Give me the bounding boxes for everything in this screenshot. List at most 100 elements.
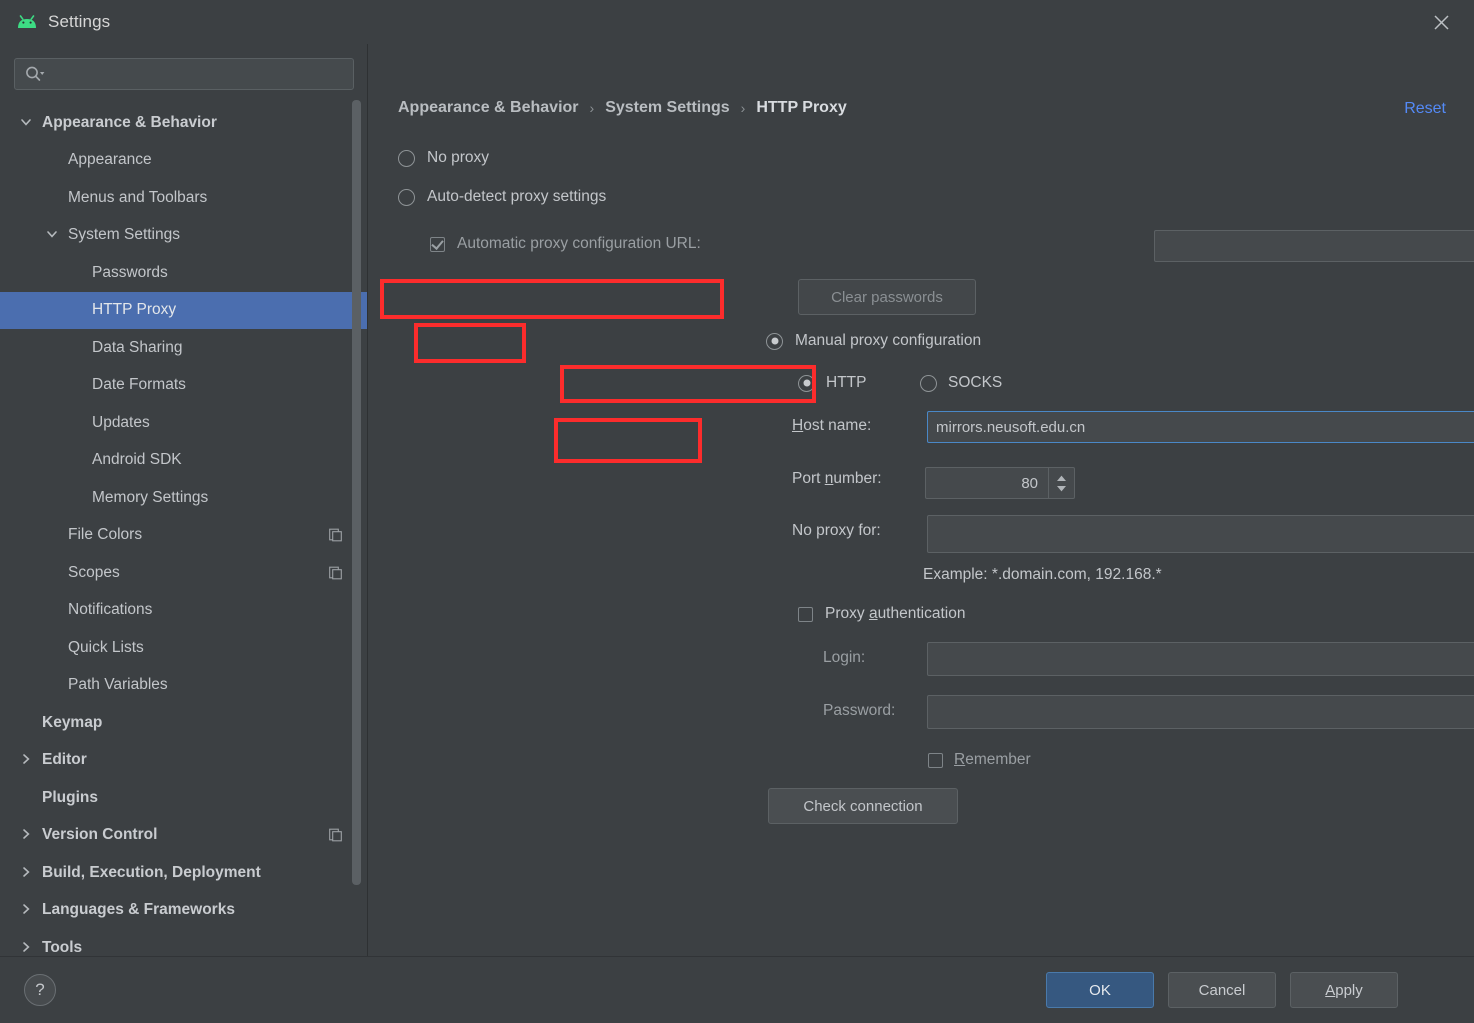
sidebar-item-label: HTTP Proxy — [92, 301, 177, 319]
chevron-placeholder — [70, 452, 86, 468]
sidebar-item-languages-frameworks[interactable]: Languages & Frameworks — [0, 892, 367, 930]
sidebar-item-menus-and-toolbars[interactable]: Menus and Toolbars — [0, 179, 367, 217]
proxy-authentication-checkbox[interactable] — [798, 606, 813, 622]
auto-detect-proxy-radio[interactable] — [398, 188, 415, 206]
auto-config-url-checkbox[interactable] — [430, 236, 445, 252]
sidebar-item-label: Memory Settings — [92, 488, 209, 506]
settings-tree[interactable]: Appearance & Behavior Appearance Menus and… — [0, 104, 367, 956]
auto-detect-radio-row[interactable]: Auto-detect proxy settings — [398, 188, 606, 206]
manual-proxy-radio[interactable] — [766, 332, 783, 350]
footer-buttons: OK Cancel Apply — [1046, 972, 1398, 1008]
login-label: Login: — [823, 649, 866, 666]
sidebar-item-appearance[interactable]: Appearance — [0, 142, 367, 180]
chevron-down-icon — [1057, 485, 1066, 491]
sidebar-item-label: Data Sharing — [92, 338, 183, 356]
sidebar-item-system-settings[interactable]: System Settings — [0, 217, 367, 255]
apply-button[interactable]: Apply — [1290, 972, 1398, 1008]
sidebar-item-label: Android SDK — [92, 451, 182, 469]
sidebar-scrollbar-track[interactable] — [352, 100, 361, 930]
remember-checkbox[interactable] — [928, 752, 943, 768]
sidebar-item-keymap[interactable]: Keymap — [0, 704, 367, 742]
http-protocol-radio[interactable] — [798, 374, 815, 392]
sidebar-item-notifications[interactable]: Notifications — [0, 592, 367, 630]
sidebar-item-appearance-behavior[interactable]: Appearance & Behavior — [0, 104, 367, 142]
sidebar-item-build-execution-deployment[interactable]: Build, Execution, Deployment — [0, 854, 367, 892]
manual-proxy-radio-row[interactable]: Manual proxy configuration — [766, 332, 981, 350]
cancel-button[interactable]: Cancel — [1168, 972, 1276, 1008]
settings-dialog: Settings Appearance & Behavior Appearanc… — [0, 0, 1474, 1023]
port-number-label: Port number: — [792, 470, 882, 487]
sidebar-item-label: System Settings — [68, 226, 180, 244]
sidebar-item-memory-settings[interactable]: Memory Settings — [0, 479, 367, 517]
chevron-right-icon — [23, 904, 30, 915]
sidebar-item-scopes[interactable]: Scopes — [0, 554, 367, 592]
no-proxy-label: No proxy — [427, 149, 490, 166]
chevron-down-icon[interactable] — [46, 227, 62, 243]
sidebar-item-path-variables[interactable]: Path Variables — [0, 667, 367, 705]
chevron-right-icon[interactable] — [20, 827, 36, 843]
ok-button[interactable]: OK — [1046, 972, 1154, 1008]
copy-icon[interactable] — [329, 566, 342, 580]
search-input[interactable] — [49, 65, 319, 83]
host-name-label-rest: ost name: — [803, 417, 872, 434]
sidebar-item-label: Editor — [42, 751, 87, 769]
proxy-authentication-label: Proxy authentication — [825, 605, 966, 622]
auto-config-url-row[interactable]: Automatic proxy configuration URL: — [430, 235, 701, 253]
sidebar-item-file-colors[interactable]: File Colors — [0, 517, 367, 555]
sidebar-item-http-proxy[interactable]: HTTP Proxy — [0, 291, 367, 329]
window-title: Settings — [48, 12, 111, 31]
copy-icon[interactable] — [329, 828, 342, 842]
sidebar-item-quick-lists[interactable]: Quick Lists — [0, 629, 367, 667]
settings-main-panel: Appearance & Behavior › System Settings › HT… — [368, 44, 1474, 956]
sidebar-item-android-sdk[interactable]: Android SDK — [0, 442, 367, 480]
login-input[interactable] — [927, 642, 1474, 676]
sidebar-item-label: Appearance & Behavior — [42, 113, 217, 131]
chevron-placeholder — [20, 790, 36, 806]
port-number-stepper[interactable]: 80 — [925, 467, 1075, 499]
check-connection-button[interactable]: Check connection — [768, 788, 958, 824]
clear-passwords-button[interactable]: Clear passwords — [798, 279, 976, 315]
sidebar-item-version-control[interactable]: Version Control — [0, 817, 367, 855]
password-label: Password: — [823, 702, 896, 719]
chevron-down-icon[interactable] — [20, 115, 36, 131]
sidebar-item-label: Menus and Toolbars — [68, 188, 208, 206]
socks-protocol-radio[interactable] — [920, 374, 937, 392]
search-field-wrap — [14, 58, 354, 90]
search-box[interactable] — [14, 58, 354, 90]
sidebar-item-passwords[interactable]: Passwords — [0, 254, 367, 292]
no-proxy-radio[interactable] — [398, 149, 415, 167]
dialog-footer: ? OK Cancel Apply — [0, 956, 1474, 1023]
copy-icon — [329, 828, 342, 842]
proxy-authentication-row[interactable]: Proxy authentication — [798, 605, 965, 623]
sidebar-item-updates[interactable]: Updates — [0, 404, 367, 442]
http-radio-row[interactable]: HTTP — [798, 374, 866, 392]
password-input[interactable] — [927, 695, 1474, 729]
login-label-row: Login: — [823, 649, 865, 667]
copy-icon[interactable] — [329, 528, 342, 542]
auto-config-url-input[interactable] — [1154, 230, 1474, 262]
chevron-placeholder — [70, 415, 86, 431]
remember-row[interactable]: Remember — [928, 751, 1031, 769]
sidebar-item-data-sharing[interactable]: Data Sharing — [0, 329, 367, 367]
chevron-right-icon[interactable] — [20, 752, 36, 768]
chevron-right-icon[interactable] — [20, 865, 36, 881]
chevron-right-icon[interactable] — [20, 902, 36, 918]
sidebar-item-editor[interactable]: Editor — [0, 742, 367, 780]
sidebar-item-label: Plugins — [42, 788, 98, 806]
socks-radio-row[interactable]: SOCKS — [920, 374, 1002, 392]
port-number-spinner-arrows[interactable] — [1048, 468, 1074, 498]
no-proxy-for-label: No proxy for: — [792, 522, 881, 539]
chevron-right-icon[interactable] — [20, 940, 36, 956]
no-proxy-radio-row[interactable]: No proxy — [398, 149, 489, 167]
sidebar-item-date-formats[interactable]: Date Formats — [0, 367, 367, 405]
sidebar-scrollbar-thumb[interactable] — [352, 100, 361, 885]
help-button[interactable]: ? — [24, 974, 56, 1006]
host-name-input[interactable] — [927, 411, 1474, 443]
sidebar-item-label: Quick Lists — [68, 638, 144, 656]
sidebar-item-plugins[interactable]: Plugins — [0, 779, 367, 817]
host-name-label: Host name: — [792, 417, 872, 434]
close-icon[interactable] — [1426, 8, 1456, 36]
chevron-placeholder — [70, 302, 86, 318]
sidebar-item-tools[interactable]: Tools — [0, 929, 367, 956]
no-proxy-for-input[interactable] — [927, 515, 1474, 553]
